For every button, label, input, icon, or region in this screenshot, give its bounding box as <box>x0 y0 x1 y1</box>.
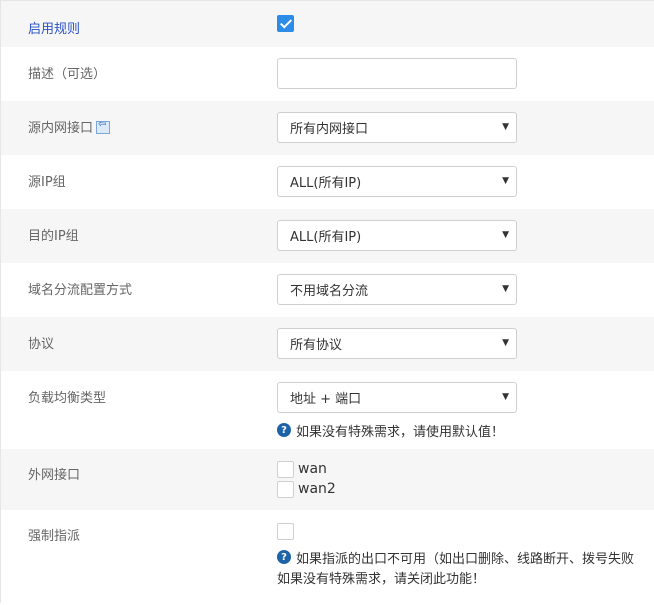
chevron-down-icon: ▼ <box>502 284 509 294</box>
row-force-assign: 强制指派 ? 如果指派的出口不可用（如出口删除、线路断开、拨号失败 如果没有特殊… <box>1 510 654 603</box>
enable-rule-checkbox[interactable] <box>277 15 294 32</box>
help-icon: ? <box>277 423 291 437</box>
dst-ip-select[interactable]: ALL(所有IP) ▼ <box>277 220 517 251</box>
row-lb-type: 负载均衡类型 地址 + 端口 ▼ ? 如果没有特殊需求，请使用默认值！ <box>1 371 654 449</box>
force-assign-checkbox[interactable] <box>277 523 294 540</box>
src-ip-label: 源IP组 <box>28 175 66 190</box>
wan2-option-label: wan2 <box>298 481 336 497</box>
lb-type-select[interactable]: 地址 + 端口 ▼ <box>277 382 517 413</box>
protocol-label: 协议 <box>28 337 55 352</box>
lb-type-value: 地址 + 端口 <box>290 392 362 407</box>
rule-form: 启用规则 描述（可选） 源内网接口 所有内网接口 ▼ 源IP组 ALL(所有IP… <box>0 0 654 603</box>
wan-label: 外网接口 <box>28 468 81 483</box>
protocol-value: 所有协议 <box>290 338 343 353</box>
row-dst-ip: 目的IP组 ALL(所有IP) ▼ <box>1 209 654 263</box>
row-domain-mode: 域名分流配置方式 不用域名分流 ▼ <box>1 263 654 317</box>
lb-type-hint-text: 如果没有特殊需求，请使用默认值！ <box>296 425 505 440</box>
row-description: 描述（可选） <box>1 47 654 101</box>
back-arrow-icon[interactable] <box>96 119 111 134</box>
src-iface-label-wrap: 源内网接口 <box>28 117 111 136</box>
force-assign-label: 强制指派 <box>28 529 81 544</box>
wan-option: wan <box>277 459 336 479</box>
domain-mode-label: 域名分流配置方式 <box>28 283 133 298</box>
row-src-iface: 源内网接口 所有内网接口 ▼ <box>1 101 654 155</box>
wan2-option: wan2 <box>277 479 336 499</box>
enable-rule-label: 启用规则 <box>28 22 81 37</box>
dst-ip-value: ALL(所有IP) <box>290 230 362 245</box>
force-assign-hint: ? 如果指派的出口不可用（如出口删除、线路断开、拨号失败 如果没有特殊需求，请关… <box>277 548 634 587</box>
protocol-select[interactable]: 所有协议 ▼ <box>277 328 517 359</box>
lb-type-hint: ? 如果没有特殊需求，请使用默认值！ <box>277 421 504 440</box>
description-label: 描述（可选） <box>28 67 107 82</box>
src-ip-select[interactable]: ALL(所有IP) ▼ <box>277 166 517 197</box>
wan-option-label: wan <box>298 461 327 477</box>
force-hint-line2: 如果没有特殊需求，请关闭此功能！ <box>277 572 486 587</box>
chevron-down-icon: ▼ <box>502 392 509 402</box>
help-icon: ? <box>277 550 291 564</box>
wan-options: wan wan2 <box>277 459 336 499</box>
domain-mode-select[interactable]: 不用域名分流 ▼ <box>277 274 517 305</box>
wan2-checkbox[interactable] <box>277 480 294 498</box>
chevron-down-icon: ▼ <box>502 122 509 132</box>
src-iface-label: 源内网接口 <box>28 121 94 136</box>
wan-checkbox[interactable] <box>277 460 294 478</box>
chevron-down-icon: ▼ <box>502 230 509 240</box>
dst-ip-label: 目的IP组 <box>28 229 79 244</box>
domain-mode-value: 不用域名分流 <box>290 284 369 299</box>
row-protocol: 协议 所有协议 ▼ <box>1 317 654 371</box>
row-wan: 外网接口 wan wan2 <box>1 449 654 510</box>
row-enable-rule: 启用规则 <box>1 1 654 47</box>
force-hint-line1: 如果指派的出口不可用（如出口删除、线路断开、拨号失败 <box>296 552 635 567</box>
src-iface-value: 所有内网接口 <box>290 122 369 137</box>
src-ip-value: ALL(所有IP) <box>290 176 362 191</box>
chevron-down-icon: ▼ <box>502 338 509 348</box>
lb-type-label: 负载均衡类型 <box>28 391 107 406</box>
description-input[interactable] <box>277 58 517 89</box>
chevron-down-icon: ▼ <box>502 176 509 186</box>
row-src-ip: 源IP组 ALL(所有IP) ▼ <box>1 155 654 209</box>
src-iface-select[interactable]: 所有内网接口 ▼ <box>277 112 517 143</box>
